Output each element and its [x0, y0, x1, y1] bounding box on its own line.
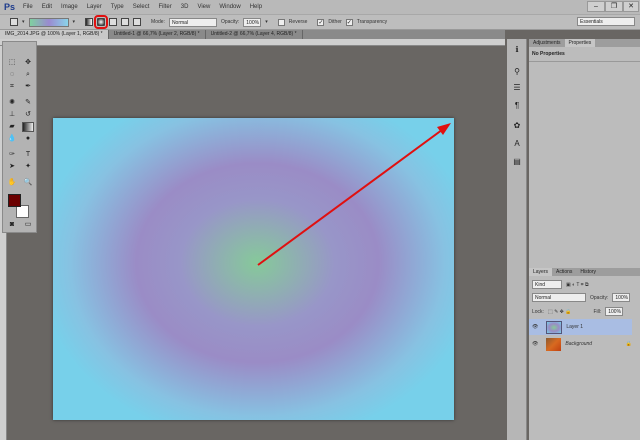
layer-thumbnail: [546, 337, 562, 351]
info-icon[interactable]: ℹ: [511, 45, 523, 54]
filter-icons[interactable]: ▣ ◐ T ⌗ ⧉: [566, 282, 589, 288]
layer-row-background[interactable]: 👁 Background 🔒: [529, 336, 632, 352]
tab-history[interactable]: History: [576, 268, 600, 276]
blur-tool-icon[interactable]: 💧: [6, 134, 18, 144]
paragraph-icon[interactable]: ¶: [511, 101, 523, 110]
tool-presets-icon[interactable]: ▤: [511, 157, 523, 166]
visibility-eye-icon[interactable]: 👁: [532, 324, 538, 330]
brush-tool-icon[interactable]: ✎: [22, 98, 34, 108]
stamp-tool-icon[interactable]: ⊥: [6, 110, 18, 120]
quick-mask-icon[interactable]: ◙: [6, 220, 18, 230]
blend-mode-select[interactable]: Normal: [532, 293, 586, 302]
history-brush-icon[interactable]: ↺: [22, 110, 34, 120]
pen-tool-icon[interactable]: ✑: [6, 150, 18, 160]
brush-presets-icon[interactable]: ⚲: [511, 67, 523, 76]
marquee-tool-icon[interactable]: ⬚: [6, 58, 18, 68]
zoom-tool-icon[interactable]: 🔍: [22, 178, 34, 188]
crop-tool-icon[interactable]: ⌗: [6, 82, 18, 92]
tab-actions[interactable]: Actions: [552, 268, 576, 276]
panel-dock: ℹ ⚲ ☰ ¶ ✿ A ▤: [507, 39, 527, 440]
layer-name: Layer 1: [566, 324, 584, 330]
layer-filter-select[interactable]: Kind: [532, 280, 562, 289]
tab-properties[interactable]: Properties: [564, 39, 596, 47]
layer-thumbnail: [546, 320, 563, 334]
layer-row-layer-1[interactable]: 👁 Layer 1: [529, 319, 632, 335]
lock-icon: 🔒: [625, 341, 632, 347]
foreground-color-swatch[interactable]: [8, 194, 21, 207]
fill-label: Fill:: [593, 308, 602, 315]
fill-input[interactable]: 100%: [605, 307, 624, 316]
lock-icons[interactable]: ⬚ ✎ ✥ 🔒: [548, 309, 572, 315]
type-tool-icon[interactable]: T: [22, 150, 34, 160]
visibility-eye-icon[interactable]: 👁: [532, 341, 538, 347]
properties-content: No Properties: [529, 47, 640, 62]
gradient-tool-icon[interactable]: [22, 122, 34, 132]
screen-mode-icon[interactable]: ▭: [22, 220, 34, 230]
layer-opacity-label: Opacity:: [590, 294, 609, 301]
lasso-tool-icon[interactable]: ◌: [6, 70, 18, 80]
move-tool-icon[interactable]: ✥: [22, 58, 34, 68]
layer-name: Background: [565, 341, 593, 347]
character-icon[interactable]: A: [511, 139, 523, 148]
dodge-tool-icon[interactable]: ●: [22, 134, 34, 144]
layers-panel: Layers Actions History Kind ▣ ◐ T ⌗ ⧉ No…: [529, 268, 640, 440]
shape-tool-icon[interactable]: ✦: [22, 162, 34, 172]
right-panels: Adjustments Properties No Properties Lay…: [529, 39, 640, 440]
quick-selection-icon[interactable]: ⌕: [22, 70, 34, 80]
clone-source-icon[interactable]: ✿: [511, 121, 523, 130]
path-selection-icon[interactable]: ➤: [6, 162, 18, 172]
hand-tool-icon[interactable]: ✋: [6, 178, 18, 188]
lock-label: Lock:: [532, 308, 544, 315]
tab-adjustments[interactable]: Adjustments: [529, 39, 565, 47]
tools-panel: ⬚ ✥ ◌ ⌕ ⌗ ✒ ✺ ✎ ⊥ ↺ ▰ 💧 ● ✑ T ➤ ✦ ✋ 🔍 ◙ …: [2, 41, 37, 233]
properties-tabs: Adjustments Properties: [529, 39, 640, 47]
healing-brush-icon[interactable]: ✺: [6, 98, 18, 108]
eraser-tool-icon[interactable]: ▰: [6, 122, 18, 132]
eyedropper-tool-icon[interactable]: ✒: [22, 82, 34, 92]
tab-layers[interactable]: Layers: [529, 268, 553, 276]
layer-opacity-input[interactable]: 100%: [612, 293, 631, 302]
brush-settings-icon[interactable]: ☰: [511, 83, 523, 92]
